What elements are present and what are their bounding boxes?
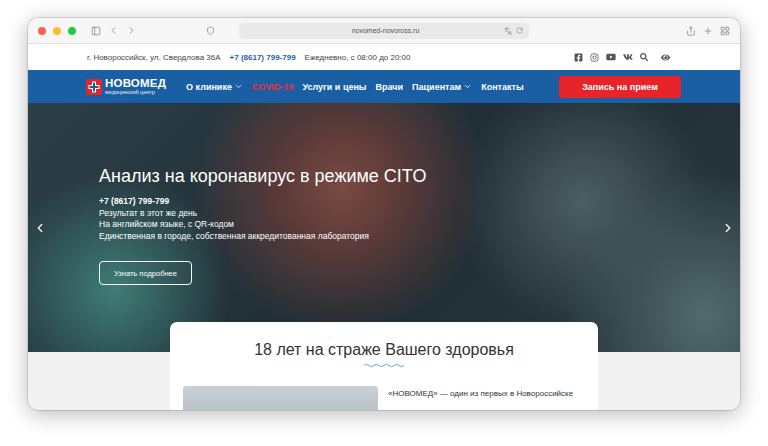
more-button[interactable]: Узнать подробнее [99,261,192,285]
search-icon[interactable] [640,53,648,61]
next-slide-button[interactable] [716,221,740,235]
chevron-left-icon [33,221,47,235]
logo[interactable]: НОВОМЕДмедицинский центр [86,78,166,96]
main-nav: НОВОМЕДмедицинский центр О клинике COVID-1… [28,70,740,103]
tabs-overview-icon[interactable] [720,26,730,36]
nav-item[interactable]: Пациентам [412,82,472,92]
cross-logo-icon [86,79,102,95]
sidebar-icon[interactable] [91,26,101,36]
phone-link[interactable]: +7 (8617) 799-799 [230,53,296,62]
hero-phone[interactable]: +7 (8617) 799-799 [99,196,716,208]
nav-item[interactable]: Контакты [481,82,523,92]
reload-icon[interactable] [516,27,523,34]
nav-menu: О клинике COVID-19 Услуги и цены Врачи Пацие… [186,82,524,92]
hero-title: Анализ на коронавирус в режиме CITO [99,166,716,187]
chevron-down-icon [234,82,243,91]
hours-text: Ежедневно, с 08:00 до 20:00 [305,53,411,62]
logo-title: НОВОМЕД [105,78,166,90]
shield-icon[interactable] [206,26,215,35]
forward-icon[interactable] [126,25,137,36]
minimize-button[interactable] [53,27,61,35]
zoom-button[interactable] [68,27,76,35]
wave-divider-icon [364,363,404,368]
prev-slide-button[interactable] [28,221,52,235]
toolbar-right [529,26,730,36]
toolbar-left [38,25,239,36]
screen: novomed-novoross.ru г. Новороссийск, ул. … [0,0,768,446]
share-icon[interactable] [686,26,696,36]
instagram-icon[interactable] [590,53,599,62]
facebook-icon[interactable] [574,53,583,62]
about-title: 18 лет на страже Вашего здоровья [254,341,514,359]
nav-item[interactable]: О клинике [186,82,243,92]
translate-icon[interactable] [504,27,512,35]
logo-subtitle: медицинский центр [105,90,166,96]
browser-window: novomed-novoross.ru г. Новороссийск, ул. … [28,18,740,410]
vk-icon[interactable] [623,52,633,62]
nav-item[interactable]: Врачи [376,82,404,92]
hero-line: На английском языке, с QR-кодом [99,219,716,231]
chevron-right-icon [721,221,735,235]
eye-icon[interactable] [661,53,670,62]
web-page: г. Новороссийск, ул. Свердлова 36А +7 (86… [28,44,740,410]
address-bar[interactable]: novomed-novoross.ru [239,23,529,39]
appointment-button[interactable]: Запись на прием [559,76,681,98]
nav-item[interactable]: COVID-19 [252,82,294,92]
back-icon[interactable] [108,25,119,36]
social-links [574,52,670,62]
youtube-icon[interactable] [606,52,616,62]
about-text: «НОВОМЕД» — один из первых в Новороссийс… [388,386,573,410]
about-row: «НОВОМЕД» — один из первых в Новороссийс… [183,386,585,410]
address-text: г. Новороссийск, ул. Свердлова 36А [87,53,221,62]
new-tab-icon[interactable] [703,26,713,36]
about-section: 18 лет на страже Вашего здоровья«НОВОМЕД… [28,352,740,410]
hero-line: Единственная в городе, собственная аккре… [99,231,716,243]
clinic-photo [183,386,378,410]
hero-line: Результат в этот же день [99,208,716,220]
logo-text: НОВОМЕДмедицинский центр [105,78,166,96]
url-text: novomed-novoross.ru [271,27,500,34]
about-card: 18 лет на страже Вашего здоровья «НОВОМЕД… [170,322,598,410]
chevron-down-icon [463,82,472,91]
hero-slider: Анализ на коронавирус в режиме CITO +7 (8… [28,103,740,352]
nav-item[interactable]: Услуги и цены [302,82,366,92]
browser-toolbar: novomed-novoross.ru [28,18,740,44]
close-button[interactable] [38,27,46,35]
info-bar: г. Новороссийск, ул. Свердлова 36А +7 (86… [28,44,740,70]
hero-content: Анализ на коронавирус в режиме CITO +7 (8… [52,166,716,285]
